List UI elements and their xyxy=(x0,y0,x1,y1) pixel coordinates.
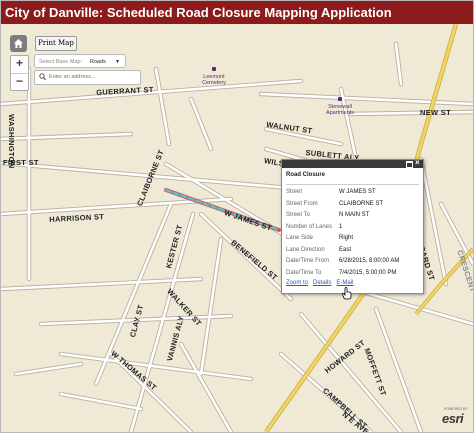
details-link[interactable]: Details xyxy=(313,280,331,286)
app-window: City of Danville: Scheduled Road Closure… xyxy=(0,0,474,433)
popup-row: Street To N MAIN ST xyxy=(282,210,423,222)
popup-fields: Street W JAMES ST Street From CLAIBORNE ST… xyxy=(282,187,423,279)
field-value: N MAIN ST xyxy=(339,212,370,218)
chevron-down-icon: ▼ xyxy=(115,59,120,65)
popup-header: × xyxy=(282,158,423,168)
email-link[interactable]: E-Mail xyxy=(336,280,353,286)
zoom-to-link[interactable]: Zoom to xyxy=(286,280,308,286)
field-value: W JAMES ST xyxy=(339,189,376,195)
field-value: CLAIBORNE ST xyxy=(339,200,384,207)
field-key: Street To xyxy=(286,212,310,218)
popup-actions: Zoom to Details E-Mail xyxy=(286,280,358,286)
home-button[interactable] xyxy=(10,35,27,52)
maximize-icon[interactable] xyxy=(406,161,413,168)
hand-cursor-icon xyxy=(342,287,352,300)
address-search-input[interactable] xyxy=(49,72,135,82)
popup-row: Street From CLAIBORNE ST xyxy=(282,199,423,211)
field-value: 1 xyxy=(339,223,343,230)
popup-row: Lane Side Right xyxy=(282,233,423,245)
street-label-first: FIRST ST xyxy=(3,158,39,167)
esri-logo: POWERED BY esri xyxy=(440,405,472,431)
field-key: Lane Direction xyxy=(286,246,325,253)
field-key: Street xyxy=(286,189,303,195)
popup-row: Street W JAMES ST xyxy=(282,187,423,199)
popup-divider xyxy=(286,184,419,185)
field-value: East xyxy=(339,246,352,253)
field-key: Date/Time From xyxy=(286,258,330,264)
cemetery-marker-icon xyxy=(212,67,216,71)
field-key: Lane Side xyxy=(286,235,314,241)
street-label-new: NEW ST xyxy=(420,108,451,117)
road-closure-popup: × Road Closure Street W JAMES ST Street F… xyxy=(281,158,424,294)
popup-row: Date/Time From 6/28/2015, 8:00:00 AM xyxy=(282,256,423,268)
popup-row: Date/Time To 7/4/2015, 5:00:00 PM xyxy=(282,268,423,280)
field-value: Right xyxy=(339,235,354,241)
basemap-label: Select Base Map: xyxy=(39,59,83,65)
poi-apartments: Stonewall Apartments xyxy=(325,104,355,116)
field-value: 6/28/2015, 8:00:00 AM xyxy=(339,258,400,264)
field-key: Street From xyxy=(286,200,318,207)
field-key: Number of Lanes xyxy=(286,223,333,230)
basemap-select[interactable]: Select Base Map: Roads ▼ xyxy=(34,54,126,68)
print-map-button[interactable]: Print Map xyxy=(35,36,77,51)
basemap-value: Roads xyxy=(90,59,106,65)
esri-brand: esri xyxy=(442,411,464,426)
field-key: Date/Time To xyxy=(286,269,322,276)
close-icon[interactable]: × xyxy=(415,158,420,167)
address-search[interactable] xyxy=(34,70,141,85)
map-view[interactable]: WASHINGTON GUERRANT ST NEW ST WALNUT ST … xyxy=(1,24,473,432)
app-title: City of Danville: Scheduled Road Closure… xyxy=(1,1,473,24)
zoom-control: + − xyxy=(10,55,29,91)
field-value: 7/4/2015, 5:00:00 PM xyxy=(339,269,397,276)
poi-cemetery: Leemont Cemetery xyxy=(202,74,226,86)
zoom-out-icon[interactable]: − xyxy=(11,74,28,91)
home-icon xyxy=(14,39,23,48)
popup-title: Road Closure xyxy=(286,172,326,178)
zoom-in-icon[interactable]: + xyxy=(11,56,28,74)
popup-row: Lane Direction East xyxy=(282,245,423,257)
search-icon xyxy=(39,73,46,81)
apartments-marker-icon xyxy=(338,97,342,101)
popup-row: Number of Lanes 1 xyxy=(282,222,423,234)
